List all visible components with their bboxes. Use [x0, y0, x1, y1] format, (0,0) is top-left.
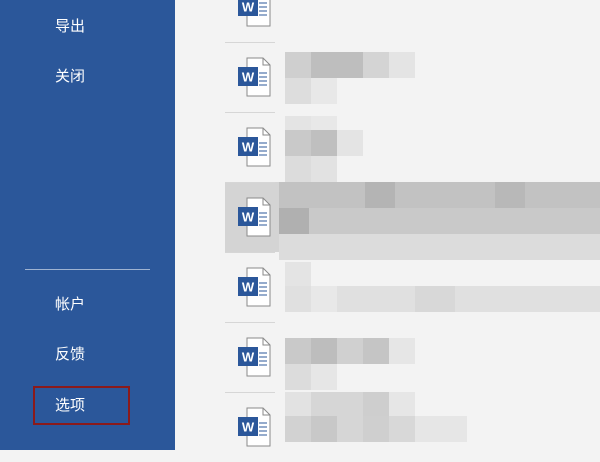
obscured-document-name: [363, 416, 389, 442]
obscured-document-name: [279, 182, 600, 208]
obscured-document-name: [285, 416, 311, 442]
word-document-icon: W: [237, 127, 271, 167]
row-separator: [225, 42, 275, 43]
row-separator: [225, 182, 275, 183]
options-highlight-box: [33, 386, 130, 425]
obscured-document-name: [285, 338, 311, 364]
sidebar-item-account[interactable]: 帐户: [0, 284, 175, 324]
sidebar-item-label: 导出: [55, 17, 86, 35]
obscured-document-name: [285, 364, 311, 390]
sidebar-item-feedback[interactable]: 反馈: [0, 334, 175, 374]
obscured-document-name: [311, 130, 337, 156]
obscured-document-name: [365, 182, 395, 208]
obscured-document-name: [337, 130, 363, 156]
row-separator: [225, 112, 275, 113]
sidebar-divider: [25, 269, 150, 270]
svg-text:W: W: [242, 350, 255, 365]
svg-text:W: W: [242, 420, 255, 435]
sidebar-item-export[interactable]: 导出: [0, 6, 175, 46]
obscured-document-name: [389, 52, 415, 78]
obscured-document-name: [285, 262, 311, 288]
obscured-document-name: [285, 78, 311, 104]
word-document-icon: W: [237, 267, 271, 307]
svg-text:W: W: [242, 0, 255, 15]
row-separator: [225, 322, 275, 323]
obscured-document-name: [311, 156, 337, 182]
svg-text:W: W: [242, 140, 255, 155]
obscured-document-name: [389, 392, 415, 418]
obscured-document-name: [495, 182, 525, 208]
obscured-document-name: [389, 338, 415, 364]
obscured-document-name: [311, 338, 337, 364]
recent-document-row[interactable]: W: [225, 0, 600, 42]
row-separator: [225, 392, 275, 393]
recent-document-row[interactable]: W: [225, 392, 600, 462]
obscured-document-name: [285, 130, 311, 156]
obscured-document-name: [363, 52, 389, 78]
svg-text:W: W: [242, 280, 255, 295]
obscured-document-name: [311, 392, 363, 418]
obscured-document-name: [279, 208, 600, 234]
obscured-document-name: [279, 208, 309, 234]
recent-document-row[interactable]: W: [225, 42, 600, 112]
obscured-document-name: [311, 78, 337, 104]
word-document-icon: W: [237, 337, 271, 377]
obscured-document-name: [285, 392, 311, 418]
obscured-document-name: [311, 416, 337, 442]
word-document-icon: W: [237, 0, 271, 27]
sidebar-item-label: 反馈: [55, 345, 86, 363]
sidebar-item-label: 帐户: [55, 295, 86, 313]
obscured-document-name: [415, 416, 467, 442]
obscured-document-name: [389, 416, 415, 442]
obscured-document-name: [363, 338, 389, 364]
row-separator: [225, 252, 275, 253]
word-document-icon: W: [237, 57, 271, 97]
recent-document-row[interactable]: W: [225, 252, 600, 322]
obscured-document-name: [415, 286, 455, 312]
sidebar-item-close[interactable]: 关闭: [0, 56, 175, 96]
svg-text:W: W: [242, 70, 255, 85]
obscured-document-name: [363, 392, 389, 418]
svg-text:W: W: [242, 210, 255, 225]
sidebar-item-label: 关闭: [55, 67, 86, 85]
word-document-icon: W: [237, 407, 271, 447]
obscured-document-name: [311, 52, 363, 78]
recent-document-row[interactable]: W: [225, 182, 600, 260]
obscured-document-name: [285, 156, 311, 182]
obscured-document-name: [337, 338, 363, 364]
recent-document-row[interactable]: W: [225, 112, 600, 182]
recent-documents-list: W W W W W W W: [175, 0, 600, 450]
backstage-sidebar: 导出 关闭 帐户 反馈 选项: [0, 0, 175, 450]
obscured-document-name: [311, 286, 337, 312]
recent-document-row[interactable]: W: [225, 322, 600, 392]
word-document-icon: W: [237, 197, 271, 237]
obscured-document-name: [311, 364, 337, 390]
obscured-document-name: [337, 416, 363, 442]
obscured-document-name: [285, 52, 311, 78]
